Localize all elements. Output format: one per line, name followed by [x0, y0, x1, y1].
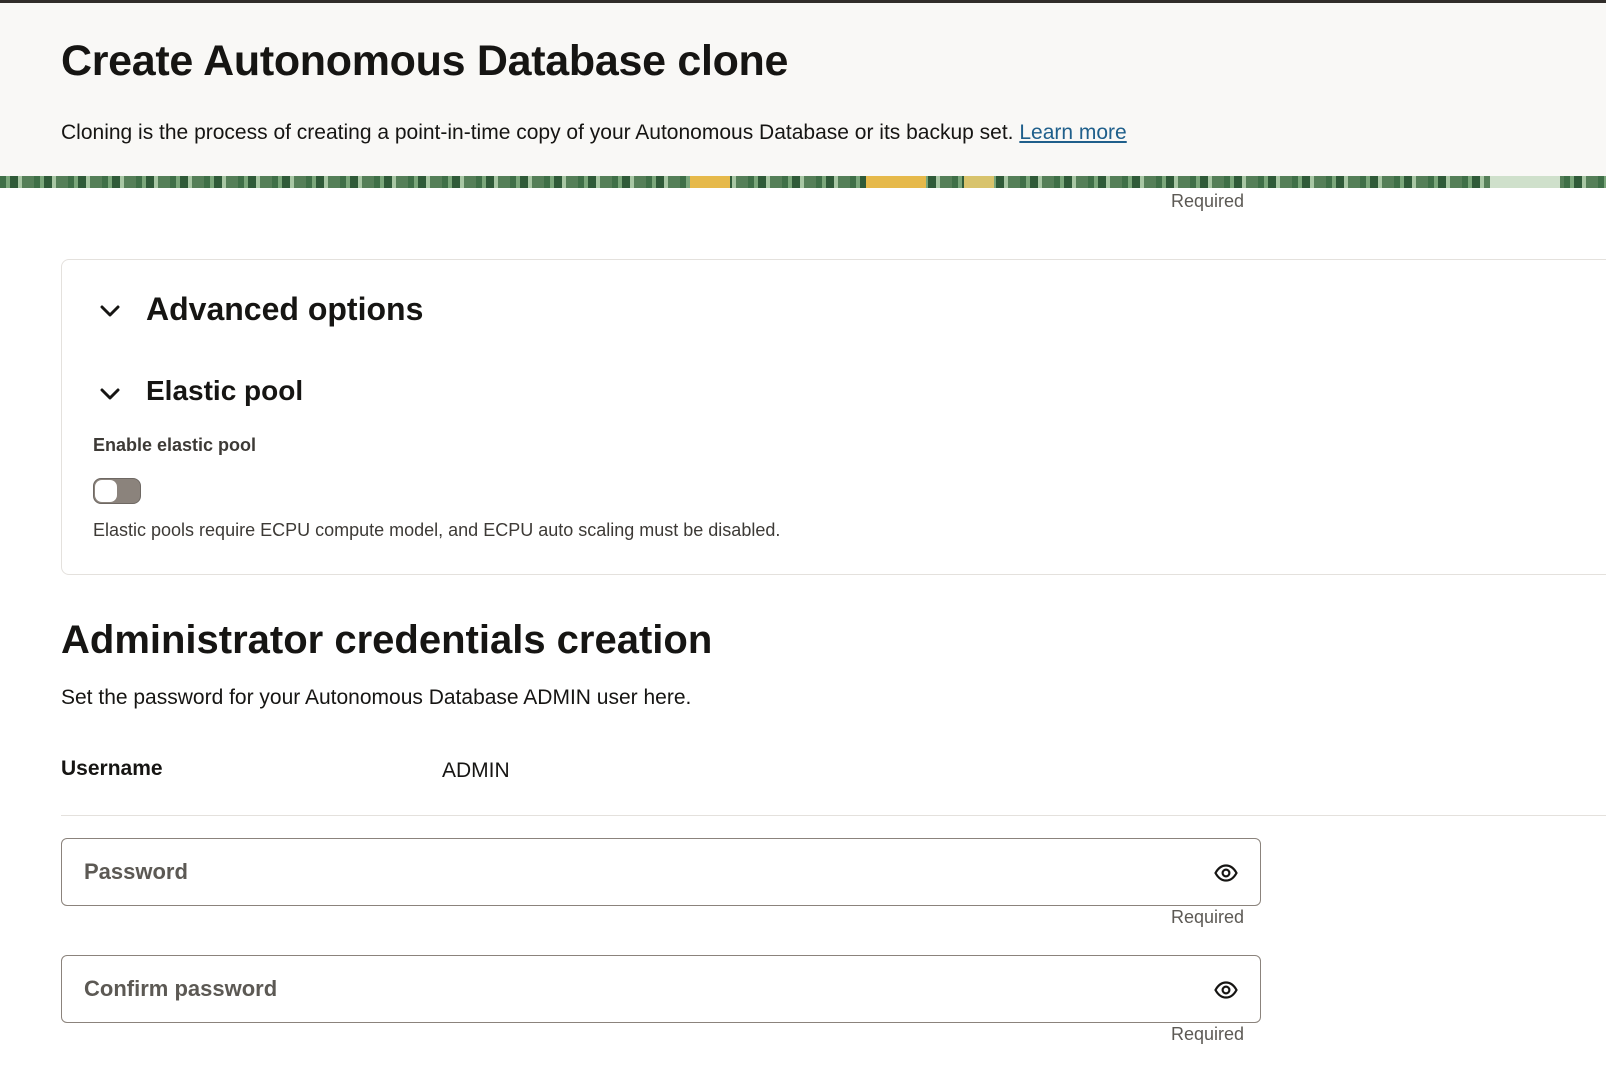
- banner-accent: [690, 176, 730, 188]
- required-hint: Required: [1171, 191, 1245, 211]
- page-header: Create Autonomous Database clone Cloning…: [0, 0, 1606, 176]
- password-required-hint: Required: [1171, 907, 1245, 927]
- show-password-button[interactable]: [1214, 861, 1238, 885]
- advanced-options-title[interactable]: Advanced options: [146, 291, 423, 328]
- username-value: ADMIN: [442, 759, 510, 782]
- divider: [61, 815, 1606, 816]
- elastic-pool-toggle[interactable]: [99, 383, 121, 405]
- page-title: Create Autonomous Database clone: [61, 37, 789, 85]
- elastic-pool-help-text: Elastic pools require ECPU compute model…: [93, 520, 781, 540]
- learn-more-link[interactable]: Learn more: [1019, 121, 1126, 144]
- advanced-options-toggle[interactable]: [99, 300, 121, 322]
- enable-elastic-pool-label: Enable elastic pool: [93, 435, 257, 455]
- admin-credentials-title: Administrator credentials creation: [61, 618, 713, 662]
- banner-accent: [866, 176, 926, 188]
- switch-knob: [95, 480, 117, 502]
- password-input[interactable]: [62, 839, 1260, 905]
- show-confirm-password-button[interactable]: [1214, 978, 1238, 1002]
- eye-icon: [1214, 864, 1238, 882]
- eye-icon: [1214, 981, 1238, 999]
- admin-credentials-description: Set the password for your Autonomous Dat…: [61, 686, 692, 709]
- confirm-password-input[interactable]: [62, 956, 1260, 1022]
- password-field: [61, 838, 1261, 906]
- chevron-down-icon: [100, 388, 120, 400]
- banner-accent: [1490, 176, 1560, 188]
- page-description: Cloning is the process of creating a poi…: [61, 121, 1127, 145]
- decorative-banner: [0, 176, 1606, 188]
- banner-accent: [964, 176, 994, 188]
- chevron-down-icon: [100, 305, 120, 317]
- confirm-password-required-hint: Required: [1171, 1024, 1245, 1044]
- page: Create Autonomous Database clone Cloning…: [0, 0, 1606, 1066]
- confirm-password-field: [61, 955, 1261, 1023]
- elastic-pool-title[interactable]: Elastic pool: [146, 375, 303, 407]
- username-label: Username: [61, 757, 163, 780]
- enable-elastic-pool-switch[interactable]: [93, 478, 141, 504]
- page-description-text: Cloning is the process of creating a poi…: [61, 121, 1020, 144]
